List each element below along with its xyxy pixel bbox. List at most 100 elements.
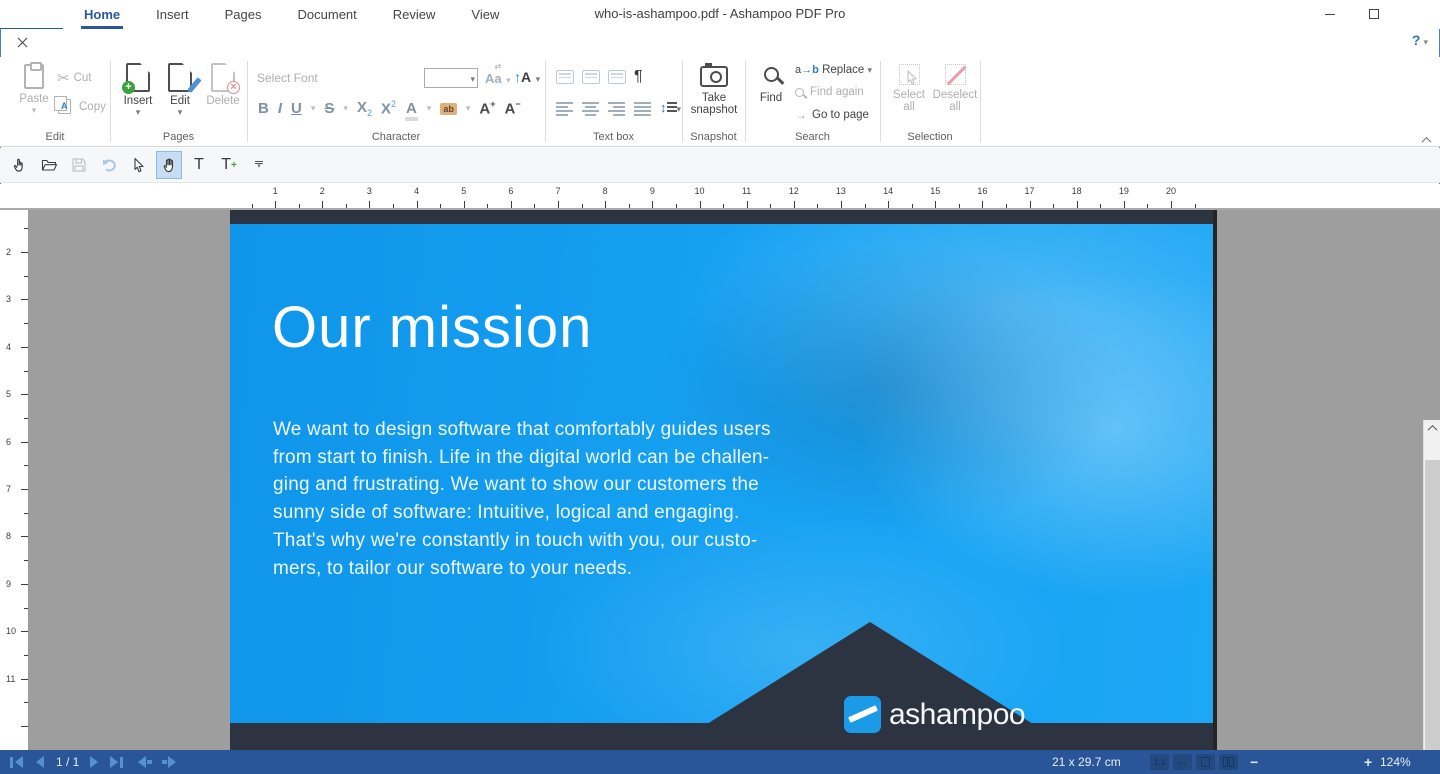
copy-button[interactable]: A Copy — [54, 96, 106, 114]
insert-page-button[interactable]: + Insert ▾ — [118, 63, 158, 118]
collapse-ribbon-button[interactable] — [1421, 136, 1432, 147]
font-size-combo[interactable]: ▾ — [424, 68, 478, 88]
paste-button[interactable]: Paste ▾ — [14, 62, 54, 116]
save-file-button[interactable] — [66, 151, 92, 179]
single-page-view-button[interactable] — [1196, 754, 1215, 770]
edit-page-icon — [168, 63, 202, 93]
delete-page-button[interactable]: × Delete — [202, 63, 244, 107]
ruler-number: 5 — [461, 186, 467, 196]
click-tool-button[interactable] — [6, 151, 32, 179]
fit-width-button[interactable]: ↔ — [1173, 754, 1192, 770]
tab-review[interactable]: Review — [378, 0, 451, 29]
ruler-number: 10 — [6, 626, 17, 637]
vertical-scrollbar[interactable] — [1423, 420, 1440, 750]
two-page-view-button[interactable] — [1219, 754, 1238, 770]
ruler-tick — [793, 201, 795, 208]
close-button[interactable] — [0, 28, 44, 56]
slide-bottom-band — [230, 723, 1213, 750]
replace-button[interactable]: a→b Replace ▾ — [795, 64, 872, 76]
bold-button[interactable]: B — [258, 100, 269, 117]
help-button[interactable]: ? ▾ — [1412, 32, 1428, 48]
go-to-page-button[interactable]: → Go to page — [795, 108, 869, 122]
subscript-button[interactable]: X2 — [357, 99, 372, 118]
text-direction-button[interactable]: ↑A ▾ — [514, 69, 540, 87]
ruler-number: 6 — [6, 436, 12, 447]
cut-icon: ✂ — [57, 70, 70, 87]
textbox-row2: ↕ ▾ — [556, 99, 681, 117]
italic-button[interactable]: I — [278, 100, 282, 117]
textbox-align-middle-icon[interactable] — [582, 70, 600, 84]
superscript-button[interactable]: X2 — [381, 99, 396, 118]
align-justify-icon[interactable] — [634, 101, 651, 116]
add-text-tool-button[interactable]: T + — [216, 151, 242, 179]
next-view-button[interactable] — [162, 750, 176, 774]
text-tool-icon: T — [194, 156, 204, 173]
ruler-tick — [1147, 204, 1149, 208]
previous-view-button[interactable] — [138, 750, 152, 774]
chevron-down-icon[interactable]: ▾ — [343, 103, 348, 114]
select-tool-button[interactable] — [126, 151, 152, 179]
tab-document[interactable]: Document — [283, 0, 372, 29]
zoom-in-button[interactable]: + — [1364, 750, 1372, 774]
tab-home[interactable]: Home — [69, 0, 135, 29]
text-tool-button[interactable]: T — [186, 151, 212, 179]
chevron-down-icon[interactable]: ▾ — [311, 103, 316, 114]
chevron-down-icon[interactable]: ▾ — [466, 103, 471, 114]
shrink-font-button[interactable]: A− — [505, 99, 521, 118]
tab-pages[interactable]: Pages — [210, 0, 277, 29]
first-page-button[interactable] — [10, 750, 23, 774]
last-page-button[interactable] — [110, 750, 123, 774]
hand-tool-button[interactable] — [156, 151, 182, 179]
actual-size-button[interactable]: 1:1 — [1150, 754, 1169, 770]
align-left-icon[interactable] — [556, 101, 573, 116]
ruler-tick — [605, 201, 607, 208]
chevron-down-icon[interactable]: ▾ — [427, 103, 432, 114]
find-again-button[interactable]: Find again — [795, 86, 864, 98]
take-snapshot-button[interactable]: Take snapshot — [688, 63, 740, 116]
undo-button[interactable] — [96, 151, 122, 179]
vertical-ruler: 2 3 4 5 6 7 8 9 10 11 — [0, 210, 28, 750]
line-spacing-button[interactable]: ↕ ▾ — [660, 99, 681, 117]
find-button[interactable]: Find — [752, 67, 790, 104]
next-page-button[interactable] — [90, 750, 98, 774]
ruler-number: 4 — [414, 186, 420, 196]
chevron-down-icon: ▾ — [506, 75, 511, 85]
minimize-button[interactable] — [1308, 0, 1352, 28]
strikethrough-button[interactable]: S — [324, 100, 334, 117]
previous-page-button[interactable] — [36, 750, 44, 774]
pdf-page[interactable]: Our mission We want to design software t… — [230, 210, 1213, 750]
textbox-align-top-icon[interactable] — [556, 70, 574, 84]
ruler-tick — [393, 204, 395, 208]
edit-page-button[interactable]: Edit ▾ — [161, 63, 202, 118]
select-all-icon — [898, 64, 920, 85]
grow-font-button[interactable]: A+ — [479, 99, 495, 118]
textbox-align-bottom-icon[interactable] — [608, 70, 626, 84]
page-size-indicator: 21 x 29.7 cm — [1052, 755, 1121, 769]
tab-view[interactable]: View — [456, 0, 514, 29]
change-case-button[interactable]: ⇄ Aa ▾ — [485, 63, 511, 88]
highlight-button[interactable]: ab — [440, 102, 457, 115]
edit-group-label: Edit — [45, 131, 65, 143]
group-separator — [247, 61, 248, 142]
font-color-button[interactable]: A — [405, 99, 418, 121]
pages-group-label: Pages — [162, 131, 195, 143]
align-center-icon[interactable] — [582, 101, 599, 116]
customize-toolbar-button[interactable]: ▾ — [246, 151, 272, 179]
zoom-out-button[interactable]: − — [1250, 750, 1258, 774]
open-file-button[interactable] — [36, 151, 62, 179]
cut-button[interactable]: ✂ Cut — [57, 69, 91, 87]
ruler-tick — [1123, 201, 1125, 208]
scroll-up-button[interactable] — [1424, 420, 1440, 437]
maximize-button[interactable] — [1352, 0, 1396, 28]
align-right-icon[interactable] — [608, 101, 625, 116]
underline-button[interactable]: U — [291, 100, 302, 117]
select-all-button[interactable]: Select all — [888, 64, 930, 113]
tab-insert[interactable]: Insert — [141, 0, 204, 29]
pilcrow-button[interactable]: ¶ — [634, 68, 643, 86]
chevron-down-icon: ▾ — [676, 104, 682, 114]
ruler-tick — [21, 489, 28, 490]
scrollbar-thumb[interactable] — [1425, 460, 1440, 750]
deselect-all-button[interactable]: Deselect all — [932, 64, 978, 113]
search-icon — [763, 67, 779, 82]
ruler-tick — [1076, 201, 1078, 208]
